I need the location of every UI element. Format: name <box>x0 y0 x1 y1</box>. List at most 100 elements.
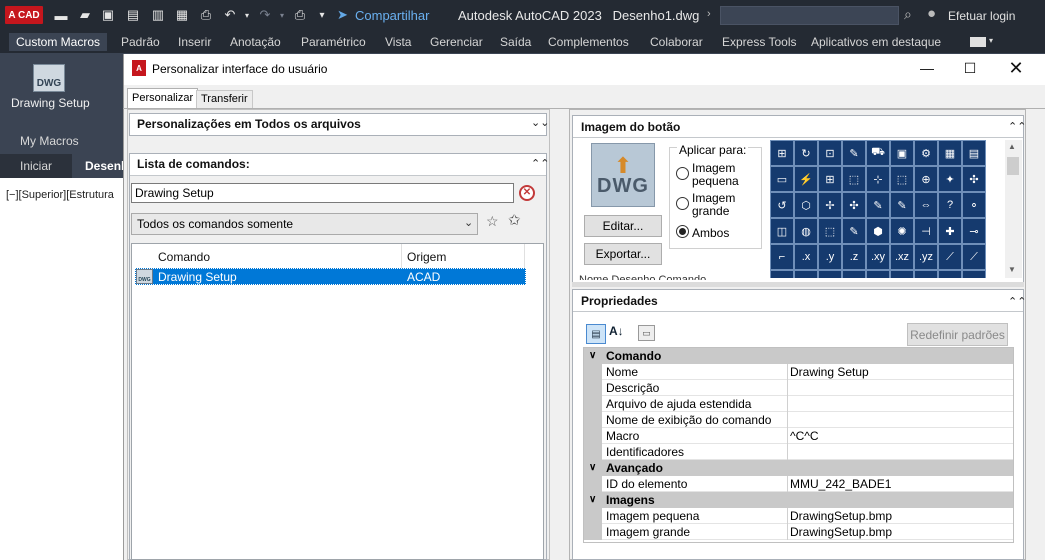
command-origin-cell[interactable]: ACAD <box>407 270 440 284</box>
tab-complementos[interactable]: Complementos <box>548 33 629 51</box>
image-cell-icon[interactable]: ⬢ <box>866 218 890 244</box>
image-cell-icon[interactable]: ✎ <box>842 218 866 244</box>
tab-iniciar[interactable]: Iniciar <box>20 159 52 173</box>
close-icon[interactable]: ✕ <box>993 57 1039 79</box>
image-cell-icon[interactable]: ⋯ <box>818 270 842 278</box>
command-list[interactable] <box>131 243 544 560</box>
image-cell-icon[interactable]: .yz <box>914 244 938 270</box>
radio-both[interactable] <box>676 225 689 238</box>
collapse-icon[interactable]: ⌃⌃ <box>531 157 549 170</box>
image-cell-icon[interactable]: ✎ <box>890 192 914 218</box>
property-value[interactable]: DrawingSetup.bmp <box>790 508 892 524</box>
autocad-logo[interactable]: A CAD <box>5 6 43 24</box>
search-icon[interactable]: ⌕ <box>904 6 912 23</box>
tab-transferir[interactable]: Transferir <box>196 90 253 109</box>
edit-button[interactable]: Editar... <box>584 215 662 237</box>
chevron-right-icon[interactable]: › <box>707 8 711 20</box>
sort-alphabetical-icon[interactable]: A↓ <box>609 324 624 338</box>
save-as-icon[interactable]: ▤ <box>125 7 141 23</box>
scroll-up-icon[interactable]: ▲ <box>1008 142 1016 151</box>
property-category[interactable]: ∨ Comando <box>584 348 1013 364</box>
new-command-icon[interactable]: ✩ <box>508 211 521 229</box>
share-button[interactable]: Compartilhar <box>355 8 429 23</box>
image-cell-icon[interactable]: ◎ <box>842 270 866 278</box>
viewport-controls[interactable]: [−][Superior][Estrutura <box>6 189 114 201</box>
image-cell-icon[interactable]: ⊣ <box>914 218 938 244</box>
image-cell-icon[interactable]: ▤ <box>962 140 986 166</box>
collapse-icon[interactable]: ⌃⌃ <box>1008 120 1026 133</box>
image-cell-icon[interactable]: ⇔ <box>914 192 938 218</box>
property-row[interactable]: Nome de exibição do comando <box>584 412 1013 428</box>
undo-dropdown-icon[interactable]: ▾ <box>239 7 255 23</box>
maximize-icon[interactable]: ☐ <box>947 57 993 79</box>
new-file-icon[interactable]: ▬ <box>53 7 69 23</box>
image-cell-icon[interactable]: .y <box>818 244 842 270</box>
property-value[interactable]: DrawingSetup.bmp <box>790 524 892 540</box>
image-cell-icon[interactable]: ⬚ <box>818 218 842 244</box>
redo-dropdown-icon[interactable]: ▾ <box>274 7 290 23</box>
image-cell-icon[interactable]: ⊹ <box>866 166 890 192</box>
pane-splitter[interactable] <box>572 282 1024 287</box>
export-icon[interactable]: ▦ <box>174 7 190 23</box>
sign-in-button[interactable]: Efetuar login <box>948 9 1015 23</box>
tab-aplicativos[interactable]: Aplicativos em destaque <box>811 33 941 51</box>
property-value[interactable]: MMU_242_BADE1 <box>790 476 891 492</box>
image-cell-icon[interactable]: ⟋ <box>914 270 938 278</box>
property-category[interactable]: ∨ Avançado <box>584 460 1013 476</box>
ribbon-minimize-icon[interactable] <box>970 37 986 47</box>
radio-small-image[interactable] <box>676 167 689 180</box>
tab-inserir[interactable]: Inserir <box>178 33 211 51</box>
image-cell-icon[interactable]: ⟋ <box>962 244 986 270</box>
save-icon[interactable]: ▣ <box>100 7 116 23</box>
collapse-caret-icon[interactable]: ∨ <box>589 460 596 476</box>
image-cell-icon[interactable]: ⚙ <box>914 140 938 166</box>
redo-icon[interactable]: ↷ <box>257 7 273 23</box>
chevron-down-icon[interactable]: ▾ <box>989 36 993 45</box>
image-cell-icon[interactable]: .z <box>842 244 866 270</box>
image-cell-icon[interactable]: ✦ <box>938 166 962 192</box>
image-cell-icon[interactable]: ⊸ <box>962 218 986 244</box>
property-row[interactable]: Imagem pequena DrawingSetup.bmp <box>584 508 1013 524</box>
image-cell-icon[interactable]: ✚ <box>938 218 962 244</box>
customize-toolbar-icon[interactable]: ▾ <box>314 7 330 23</box>
drawing-setup-icon[interactable]: DWG <box>33 64 65 92</box>
print-icon[interactable]: ⎙ <box>198 7 214 23</box>
both-label[interactable]: Ambos <box>692 226 729 240</box>
image-cell-icon[interactable]: ⚡ <box>794 166 818 192</box>
image-cell-icon[interactable]: ◫ <box>770 218 794 244</box>
image-cell-icon[interactable]: ✺ <box>890 218 914 244</box>
help-search-input[interactable] <box>720 6 899 25</box>
image-cell-icon[interactable]: ⊞ <box>818 166 842 192</box>
image-cell-icon[interactable]: ⊞ <box>770 140 794 166</box>
small-image-label[interactable]: Imagem pequena <box>692 162 752 188</box>
command-name-cell[interactable]: Drawing Setup <box>158 270 237 284</box>
share-icon[interactable]: ➤ <box>337 7 348 23</box>
image-cell-icon[interactable]: ✣ <box>962 166 986 192</box>
image-cell-icon[interactable]: ✎ <box>866 192 890 218</box>
property-row[interactable]: Identificadores <box>584 444 1013 460</box>
chevron-down-icon[interactable]: ⌄ <box>464 216 473 229</box>
property-value[interactable]: ^C^C <box>790 428 819 444</box>
property-row[interactable]: ID do elemento MMU_242_BADE1 <box>584 476 1013 492</box>
image-cell-icon[interactable]: ⬡ <box>794 192 818 218</box>
image-cell-icon[interactable]: ⊡ <box>818 140 842 166</box>
open-folder-icon[interactable]: ▰ <box>77 7 93 23</box>
image-cell-icon[interactable]: .x <box>794 244 818 270</box>
image-cell-icon[interactable]: ✕ <box>770 270 794 278</box>
tab-colaborar[interactable]: Colaborar <box>650 33 703 51</box>
property-value[interactable]: Drawing Setup <box>790 364 869 380</box>
image-cell-icon[interactable]: ⛟ <box>866 140 890 166</box>
large-image-label[interactable]: Imagem grande <box>692 192 752 218</box>
user-icon[interactable]: ● <box>927 5 936 22</box>
collapse-caret-icon[interactable]: ∨ <box>589 348 596 364</box>
image-cell-icon[interactable]: ⚬ <box>962 192 986 218</box>
image-cell-icon[interactable]: ✢ <box>818 192 842 218</box>
image-cell-icon[interactable]: ⬚ <box>890 166 914 192</box>
command-search-input[interactable]: Drawing Setup <box>131 183 514 203</box>
plot-icon[interactable]: ⎙ <box>292 7 308 23</box>
image-cell-icon[interactable]: ↻ <box>794 140 818 166</box>
clear-search-icon[interactable]: ✕ <box>519 185 535 201</box>
drawing-setup-button[interactable]: Drawing Setup <box>11 96 90 110</box>
tab-custom-macros[interactable]: Custom Macros <box>9 33 108 51</box>
image-cell-icon[interactable]: ▣ <box>890 140 914 166</box>
